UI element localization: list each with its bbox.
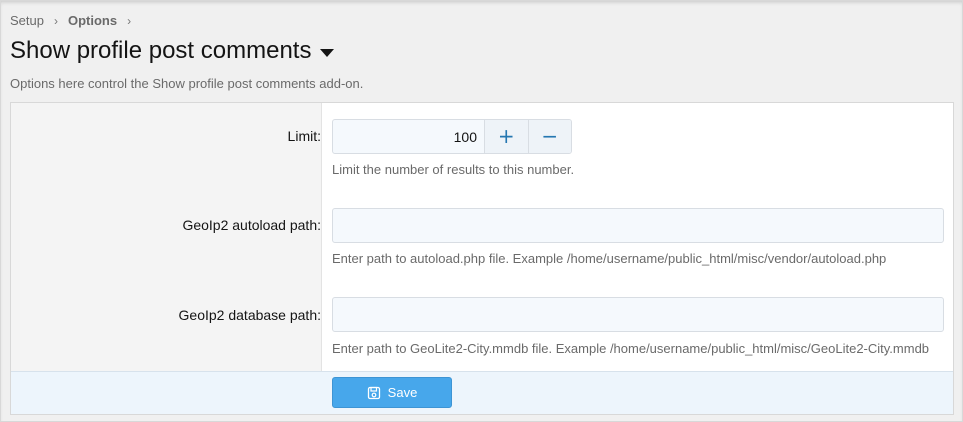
save-button-label: Save <box>387 385 418 400</box>
page-title: Show profile post comments <box>10 37 312 64</box>
save-icon <box>367 386 381 400</box>
autoload-path-label: GeoIp2 autoload path: <box>182 217 321 233</box>
chevron-right-icon: › <box>53 13 58 28</box>
database-path-label: GeoIp2 database path: <box>178 307 321 323</box>
page-title-row[interactable]: Show profile post comments <box>10 37 335 65</box>
limit-input[interactable] <box>333 120 484 153</box>
options-form: Limit: + − Limit the number of results t… <box>10 102 954 415</box>
breadcrumb-item-options[interactable]: Options <box>68 13 117 28</box>
label-column <box>11 103 322 371</box>
page-description: Options here control the Show profile po… <box>10 76 364 91</box>
save-button[interactable]: Save <box>332 377 452 408</box>
breadcrumb-item-setup[interactable]: Setup <box>10 13 44 28</box>
form-footer: Save <box>11 371 953 414</box>
breadcrumb: Setup › Options › <box>10 13 141 28</box>
database-path-input[interactable] <box>332 297 944 332</box>
caret-down-icon[interactable] <box>320 48 335 57</box>
limit-stepper: + − <box>332 119 572 154</box>
chevron-right-icon: › <box>127 13 132 28</box>
increment-button[interactable]: + <box>484 120 528 153</box>
decrement-button[interactable]: − <box>527 120 571 153</box>
page-frame: Setup › Options › Show profile post comm… <box>0 0 963 422</box>
database-path-hint: Enter path to GeoLite2-City.mmdb file. E… <box>332 341 930 356</box>
limit-label: Limit: <box>287 128 321 144</box>
limit-hint: Limit the number of results to this numb… <box>332 162 575 177</box>
autoload-path-hint: Enter path to autoload.php file. Example… <box>332 251 887 266</box>
autoload-path-input[interactable] <box>332 208 944 243</box>
